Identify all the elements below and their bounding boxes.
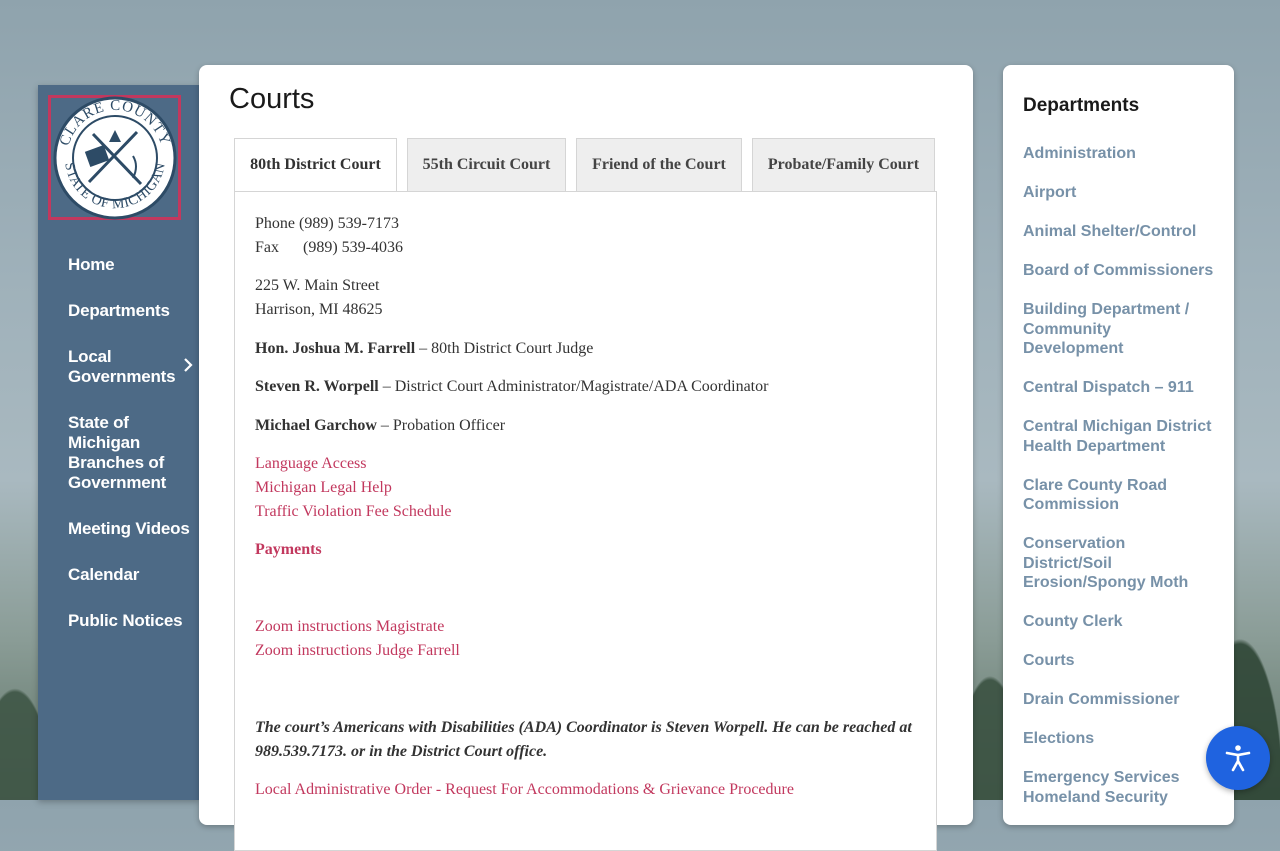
nav-meeting-videos[interactable]: Meeting Videos (68, 519, 193, 539)
fax-number: (989) 539-4036 (303, 239, 403, 256)
dept-link-elections[interactable]: Elections (1023, 729, 1223, 749)
michigan-legal-help-link[interactable]: Michigan Legal Help (255, 479, 392, 496)
nav-label: Home (68, 255, 115, 274)
logo-link[interactable]: CLARE COUNTY STATE OF MICHIGAN (48, 95, 181, 220)
administrator-line: Steven R. Worpell – District Court Admin… (255, 375, 768, 399)
nav-local-governments[interactable]: Local Governments (68, 347, 193, 387)
judge-line: Hon. Joshua M. Farrell – 80th District C… (255, 337, 593, 361)
tab-friend-of-the-court[interactable]: Friend of the Court (576, 138, 742, 192)
sidebar-nav: CLARE COUNTY STATE OF MICHIGAN Home Depa… (38, 85, 199, 800)
tab-probate-family-court[interactable]: Probate/Family Court (752, 138, 935, 192)
address-line-1: 225 W. Main Street (255, 277, 380, 294)
departments-list: Administration Airport Animal Shelter/Co… (1023, 144, 1223, 827)
tab-55th-circuit-court[interactable]: 55th Circuit Court (407, 138, 566, 192)
accessibility-icon (1225, 745, 1251, 772)
dept-link-county-clerk[interactable]: County Clerk (1023, 612, 1223, 632)
zoom-magistrate-link[interactable]: Zoom instructions Magistrate (255, 618, 444, 635)
administrative-order: Local Administrative Order - Request For… (255, 778, 794, 802)
nav-label: Departments (68, 301, 170, 320)
nav-home[interactable]: Home (68, 255, 193, 275)
probation-officer-line: Michael Garchow – Probation Officer (255, 414, 505, 438)
contact-phone-fax: Phone (989) 539-7173 Fax (989) 539-4036 (255, 212, 403, 260)
tab-panel-80th-district-court: Phone (989) 539-7173 Fax (989) 539-4036 … (234, 191, 937, 851)
administrator-name: Steven R. Worpell (255, 378, 379, 395)
dept-link-courts[interactable]: Courts (1023, 651, 1223, 671)
judge-name: Hon. Joshua M. Farrell (255, 340, 416, 357)
nav-label: State of Michigan Branches of Government (68, 413, 167, 492)
traffic-fee-schedule-link[interactable]: Traffic Violation Fee Schedule (255, 503, 452, 520)
dept-link-road-commission[interactable]: Clare County Road Commission (1023, 476, 1193, 515)
departments-title: Departments (1023, 95, 1140, 116)
accessibility-button[interactable] (1206, 726, 1270, 790)
address-line-2: Harrison, MI 48625 (255, 301, 383, 318)
nav-label: Meeting Videos (68, 519, 190, 538)
ada-note: The court’s Americans with Disabilities … (255, 716, 920, 764)
nav-label: Local Governments (68, 347, 176, 386)
ada-coordinator-text: The court’s Americans with Disabilities … (255, 719, 912, 760)
language-access-link[interactable]: Language Access (255, 455, 367, 472)
nav-calendar[interactable]: Calendar (68, 565, 193, 585)
address: 225 W. Main Street Harrison, MI 48625 (255, 274, 383, 322)
administrative-order-link[interactable]: Local Administrative Order - Request For… (255, 781, 794, 798)
fax-label: Fax (255, 239, 279, 256)
dept-link-administration[interactable]: Administration (1023, 144, 1223, 164)
nav-label: Calendar (68, 565, 140, 584)
resource-links: Language Access Michigan Legal Help Traf… (255, 452, 452, 524)
dept-link-animal-shelter[interactable]: Animal Shelter/Control (1023, 222, 1223, 242)
phone-number: (989) 539-7173 (299, 215, 399, 232)
phone-label: Phone (255, 215, 295, 232)
zoom-judge-farrell-link[interactable]: Zoom instructions Judge Farrell (255, 642, 460, 659)
dept-link-drain-commissioner[interactable]: Drain Commissioner (1023, 690, 1223, 710)
chevron-right-icon (183, 357, 193, 378)
dept-link-health-department[interactable]: Central Michigan District Health Departm… (1023, 417, 1218, 456)
county-seal-logo: CLARE COUNTY STATE OF MICHIGAN (53, 96, 176, 219)
dept-link-emergency-services[interactable]: Emergency Services Homeland Security (1023, 768, 1193, 807)
dept-link-airport[interactable]: Airport (1023, 183, 1223, 203)
dept-link-central-dispatch[interactable]: Central Dispatch – 911 (1023, 378, 1223, 398)
tab-80th-district-court[interactable]: 80th District Court (234, 138, 397, 192)
probation-officer-name: Michael Garchow (255, 417, 377, 434)
page-title: Courts (229, 83, 315, 115)
payments-link[interactable]: Payments (255, 541, 322, 558)
zoom-links: Zoom instructions Magistrate Zoom instru… (255, 615, 460, 663)
nav-label: Public Notices (68, 611, 183, 630)
judge-role: – 80th District Court Judge (419, 340, 594, 357)
nav-state-branches[interactable]: State of Michigan Branches of Government (68, 413, 168, 493)
departments-sidebar: Departments Administration Airport Anima… (1003, 65, 1234, 825)
main-content: Courts 80th District Court 55th Circuit … (199, 65, 973, 851)
dept-link-conservation-district[interactable]: Conservation District/Soil Erosion/Spong… (1023, 534, 1208, 593)
dept-link-building-department[interactable]: Building Department / Community Developm… (1023, 300, 1208, 359)
probation-officer-role: – Probation Officer (380, 417, 506, 434)
nav-departments[interactable]: Departments (68, 301, 193, 321)
payments: Payments (255, 538, 322, 562)
administrator-role: – District Court Administrator/Magistrat… (382, 378, 769, 395)
nav-public-notices[interactable]: Public Notices (68, 611, 193, 631)
dept-link-board-of-commissioners[interactable]: Board of Commissioners (1023, 261, 1223, 281)
